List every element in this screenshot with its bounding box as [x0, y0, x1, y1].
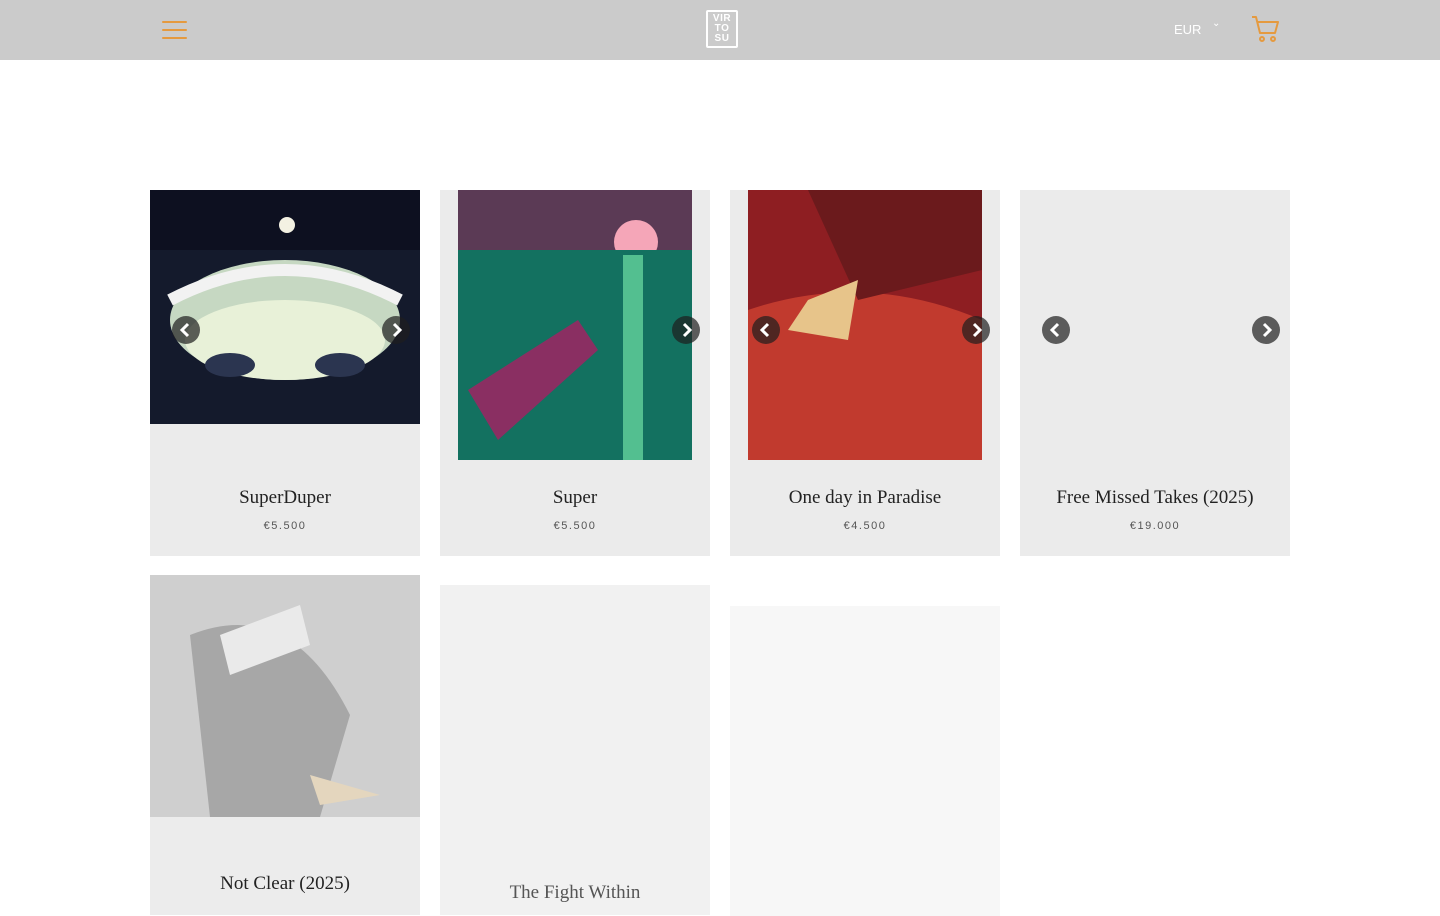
product-title[interactable]: Free Missed Takes (2025) [1020, 487, 1290, 509]
carousel-prev-button[interactable] [172, 316, 200, 344]
product-price: €4.500 [843, 520, 887, 532]
carousel-next-button[interactable] [382, 316, 410, 344]
product-card-placeholder [730, 606, 1000, 916]
product-image[interactable] [150, 575, 420, 817]
chevron-down-icon[interactable]: ⌄ [1212, 18, 1220, 29]
carousel-prev-button[interactable] [752, 316, 780, 344]
product-image[interactable] [150, 190, 420, 424]
site-header: VIR TO SU EUR ⌄ [0, 0, 1440, 60]
shopping-cart-icon[interactable] [1250, 14, 1280, 44]
site-logo[interactable]: VIR TO SU [706, 10, 738, 48]
product-title[interactable]: The Fight Within [440, 882, 710, 904]
product-image[interactable] [458, 190, 692, 460]
product-card[interactable]: One day in Paradise €4.500 [730, 190, 1000, 556]
product-card[interactable]: Super €5.500 [440, 190, 710, 556]
product-price: €19.000 [1129, 520, 1181, 532]
carousel-next-button[interactable] [672, 316, 700, 344]
product-card[interactable]: Not Clear (2025) [150, 575, 420, 915]
carousel-prev-button[interactable] [1042, 316, 1070, 344]
product-card[interactable]: The Fight Within [440, 585, 710, 915]
logo-line: SU [714, 33, 730, 44]
product-card[interactable]: SuperDuper €5.500 [150, 190, 420, 556]
product-title[interactable]: Not Clear (2025) [150, 873, 420, 895]
product-title[interactable]: One day in Paradise [730, 487, 1000, 509]
product-price: €5.500 [553, 520, 597, 532]
product-price: €5.500 [263, 520, 307, 532]
hamburger-menu-icon[interactable] [162, 19, 188, 41]
product-title[interactable]: SuperDuper [150, 487, 420, 509]
product-title[interactable]: Super [440, 487, 710, 509]
carousel-next-button[interactable] [962, 316, 990, 344]
currency-selector[interactable]: EUR [1174, 22, 1201, 37]
product-card[interactable]: Free Missed Takes (2025) €19.000 [1020, 190, 1290, 556]
carousel-next-button[interactable] [1252, 316, 1280, 344]
product-image[interactable] [748, 190, 982, 460]
